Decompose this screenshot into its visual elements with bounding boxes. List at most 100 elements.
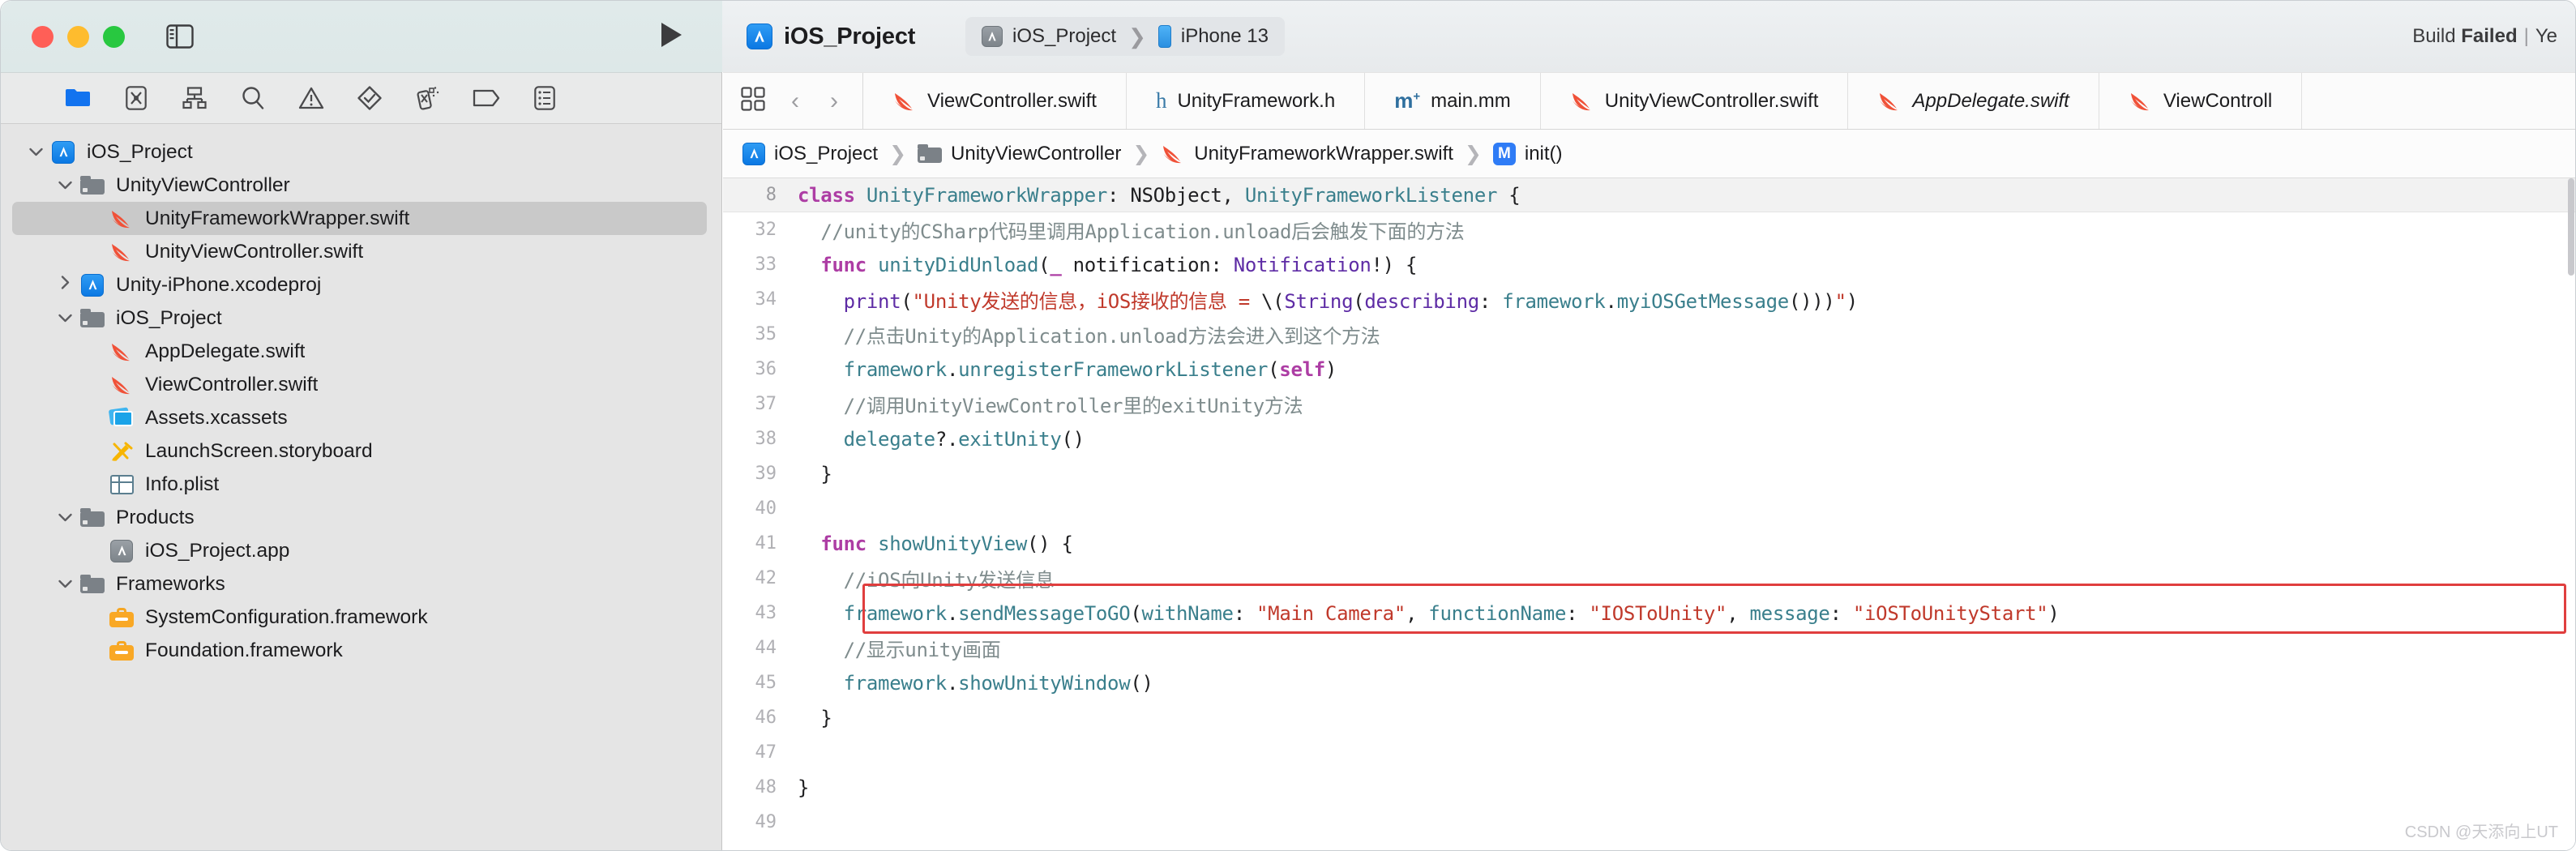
minimize-button[interactable] xyxy=(67,25,89,48)
code-line[interactable]: 47 xyxy=(723,735,2575,770)
swift-icon xyxy=(1161,143,1185,165)
vertical-scrollbar[interactable] xyxy=(2568,178,2574,276)
tree-row-label: iOS_Project xyxy=(116,306,222,329)
code-token: " xyxy=(1834,290,1846,313)
breadcrumb-item-init[interactable]: Minit() xyxy=(1488,142,1568,165)
code-token: notification: xyxy=(1061,253,1234,276)
tree-row-label: SystemConfiguration.framework xyxy=(145,605,428,628)
tree-row-launchscreen-storyboard[interactable]: LaunchScreen.storyboard xyxy=(12,434,707,468)
code-text: } xyxy=(798,707,832,729)
app-icon xyxy=(742,142,765,165)
code-line[interactable]: 43 framework.sendMessageToGO(withName: "… xyxy=(723,596,2575,631)
breadcrumb-item-unityviewcontroller[interactable]: UnityViewController xyxy=(913,143,1126,165)
chevron-right-icon[interactable] xyxy=(54,276,75,294)
code-token: framework xyxy=(1502,290,1606,313)
issue-navigator-icon[interactable] xyxy=(297,84,325,112)
swift-icon xyxy=(2129,91,2153,112)
code-line[interactable]: 40 xyxy=(723,491,2575,526)
nav-back-button[interactable]: ‹ xyxy=(786,88,804,115)
code-line[interactable]: 32 //unity的CSharp代码里调用Application.unload… xyxy=(723,212,2575,247)
code-line[interactable]: 33 func unityDidUnload(_ notification: N… xyxy=(723,247,2575,282)
code-token: myiOSGetMessage xyxy=(1616,290,1790,313)
code-token: self xyxy=(1279,357,1325,381)
tree-row-products[interactable]: Products xyxy=(12,501,707,534)
breadcrumb-separator: ❯ xyxy=(889,142,907,165)
tree-row-info-plist[interactable]: Info.plist xyxy=(12,468,707,501)
chevron-down-icon[interactable] xyxy=(54,575,75,593)
tree-row-unity-iphone-xcodeproj[interactable]: Unity-iPhone.xcodeproj xyxy=(12,268,707,301)
tree-row-ios-project[interactable]: iOS_Project xyxy=(12,301,707,335)
find-navigator-icon[interactable] xyxy=(239,84,267,112)
scheme-destination-selector[interactable]: iOS_Project ❯ iPhone 13 xyxy=(965,17,1285,56)
tree-row-appdelegate-swift[interactable]: AppDelegate.swift xyxy=(12,335,707,368)
toolbar-right-section: iOS_Project iOS_Project ❯ iPhone 13 Buil… xyxy=(722,1,2575,72)
code-token: "iOSToUnityStart" xyxy=(1852,601,2048,625)
app-icon xyxy=(79,273,106,297)
line-number: 48 xyxy=(755,777,777,798)
nav-forward-button[interactable]: › xyxy=(825,88,843,115)
sidebar-toggle-icon[interactable] xyxy=(164,20,196,53)
editor-layout-icon[interactable] xyxy=(741,87,765,115)
code-line[interactable]: 44 //显示unity画面 xyxy=(723,631,2575,665)
code-line[interactable]: 42 //iOS向Unity发送信息 xyxy=(723,561,2575,596)
chevron-down-icon[interactable] xyxy=(25,143,46,161)
code-line[interactable]: 37 //调用UnityViewController里的exitUnity方法 xyxy=(723,387,2575,421)
tree-row-unityframeworkwrapper-swift[interactable]: UnityFrameworkWrapper.swift xyxy=(12,202,707,235)
tree-row-viewcontroller-swift[interactable]: ViewController.swift xyxy=(12,368,707,401)
source-control-navigator-icon[interactable] xyxy=(122,84,150,112)
editor-tab-bar: ‹ › ViewController.swift h UnityFramework.… xyxy=(723,72,2575,130)
scheme-label[interactable]: iOS_Project xyxy=(1012,25,1116,48)
editor-tab-viewcontroller-swift[interactable]: ViewController.swift xyxy=(863,73,1127,129)
destination-label[interactable]: iPhone 13 xyxy=(1181,25,1269,48)
tree-row-assets-xcassets[interactable]: Assets.xcassets xyxy=(12,401,707,434)
code-token: Notification xyxy=(1233,253,1371,276)
code-editor[interactable]: 8 class UnityFrameworkWrapper: NSObject,… xyxy=(723,178,2575,850)
traffic-light-controls[interactable] xyxy=(32,25,125,48)
code-line[interactable]: 39 } xyxy=(723,456,2575,491)
close-button[interactable] xyxy=(32,25,53,48)
code-lines[interactable]: 32 //unity的CSharp代码里调用Application.unload… xyxy=(723,212,2575,840)
tree-row-unityviewcontroller-swift[interactable]: UnityViewController.swift xyxy=(12,235,707,268)
test-navigator-icon[interactable] xyxy=(356,84,383,112)
code-token: func xyxy=(820,253,879,276)
run-play-icon[interactable] xyxy=(659,21,683,53)
editor-tab-unityviewcontroller-swift[interactable]: UnityViewController.swift xyxy=(1541,73,1849,129)
code-line[interactable]: 45 framework.showUnityWindow() xyxy=(723,665,2575,700)
tree-row-systemconfiguration-framework[interactable]: SystemConfiguration.framework xyxy=(12,601,707,634)
breadcrumb-item-ios-project[interactable]: iOS_Project xyxy=(738,142,883,165)
chevron-down-icon[interactable] xyxy=(54,177,75,195)
code-token: ())) xyxy=(1788,290,1835,313)
code-line[interactable]: 38 delegate?.exitUnity() xyxy=(723,421,2575,456)
tree-row-unityviewcontroller[interactable]: UnityViewController xyxy=(12,169,707,202)
editor-tab-main-mm[interactable]: m+ main.mm xyxy=(1365,73,1541,129)
editor-tab-viewcontroll[interactable]: ViewControll xyxy=(2099,73,2303,129)
app-icon xyxy=(49,140,77,165)
project-navigator-icon[interactable] xyxy=(64,84,92,112)
tree-row-ios-project-app[interactable]: iOS_Project.app xyxy=(12,534,707,567)
report-navigator-icon[interactable] xyxy=(531,84,558,112)
tree-row-frameworks[interactable]: Frameworks xyxy=(12,567,707,601)
code-line[interactable]: 46 } xyxy=(723,700,2575,735)
code-line[interactable]: 35 //点击Unity的Application.unload方法会进入到这个方… xyxy=(723,317,2575,352)
code-line[interactable]: 49 xyxy=(723,805,2575,840)
line-number: 46 xyxy=(755,708,777,728)
tree-row-ios-project[interactable]: iOS_Project xyxy=(12,135,707,169)
code-line[interactable]: 36 framework.unregisterFrameworkListener… xyxy=(723,352,2575,387)
code-line[interactable]: 48} xyxy=(723,770,2575,805)
editor-tab-label: UnityViewController.swift xyxy=(1604,89,1819,112)
debug-navigator-icon[interactable] xyxy=(414,84,442,112)
tree-row-label: Assets.xcassets xyxy=(145,406,288,429)
code-token: ( xyxy=(1353,290,1365,313)
chevron-down-icon[interactable] xyxy=(54,509,75,527)
editor-tab-unityframework-h[interactable]: h UnityFramework.h xyxy=(1127,73,1366,129)
code-token: \( xyxy=(1261,290,1285,313)
breakpoint-navigator-icon[interactable] xyxy=(473,84,500,112)
tree-row-foundation-framework[interactable]: Foundation.framework xyxy=(12,634,707,667)
symbol-navigator-icon[interactable] xyxy=(181,84,208,112)
breadcrumb-item-unityframeworkwrapper-swift[interactable]: UnityFrameworkWrapper.swift xyxy=(1156,143,1458,165)
editor-tab-appdelegate-swift[interactable]: AppDelegate.swift xyxy=(1848,73,2099,129)
chevron-down-icon[interactable] xyxy=(54,310,75,327)
code-line[interactable]: 34 print("Unity发送的信息，iOS接收的信息 = \(String… xyxy=(723,282,2575,317)
code-line[interactable]: 41 func showUnityView() { xyxy=(723,526,2575,561)
zoom-button[interactable] xyxy=(103,25,125,48)
